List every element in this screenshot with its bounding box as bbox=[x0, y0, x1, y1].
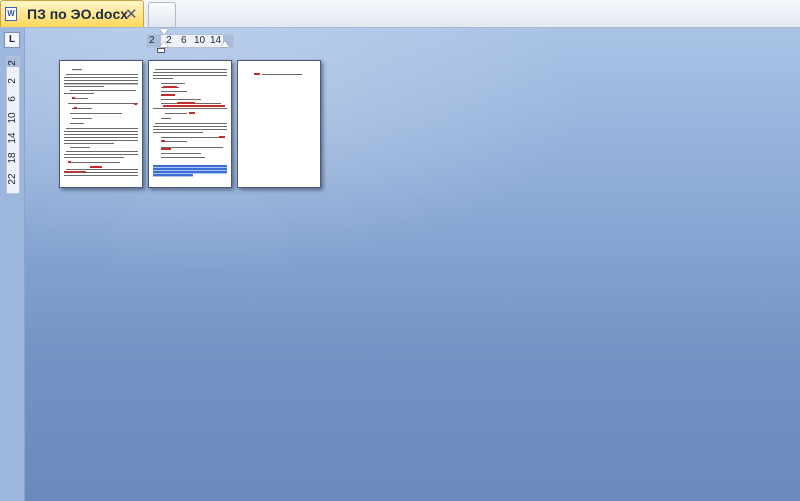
page-3[interactable] bbox=[237, 60, 321, 188]
left-indent-marker[interactable] bbox=[157, 48, 165, 53]
tab-strip: W ПЗ по ЭО.docx ✕ bbox=[0, 0, 800, 28]
new-tab-button[interactable] bbox=[148, 2, 176, 27]
page-2[interactable] bbox=[148, 60, 232, 188]
ruler-tick-label: 10 bbox=[7, 112, 18, 124]
ruler-tick-label: 18 bbox=[7, 152, 18, 164]
ruler-tick-label: 2 bbox=[7, 60, 18, 66]
ruler-tick-label: 10 bbox=[194, 35, 206, 46]
ruler-tick-label: 6 bbox=[181, 35, 187, 46]
page-1-text-lines bbox=[64, 69, 138, 176]
first-line-indent-marker[interactable] bbox=[160, 29, 168, 35]
tab-document[interactable]: W ПЗ по ЭО.docx ✕ bbox=[0, 0, 144, 27]
document-workspace[interactable]: L 2 2 6 10 14 2 2 6 10 14 18 22 bbox=[0, 28, 800, 501]
ruler-tick-label: 6 bbox=[7, 96, 18, 102]
tab-stop-selector-button[interactable]: L bbox=[4, 32, 20, 48]
hanging-indent-marker[interactable] bbox=[160, 41, 168, 47]
tab-title: ПЗ по ЭО.docx bbox=[27, 6, 129, 22]
word-document-icon: W bbox=[5, 7, 17, 21]
ruler-tick-label: 14 bbox=[210, 35, 222, 46]
ruler-tick-label: 14 bbox=[7, 132, 18, 144]
close-icon[interactable]: ✕ bbox=[125, 5, 138, 23]
vertical-ruler[interactable]: 2 2 6 10 14 18 22 bbox=[6, 56, 20, 194]
page-2-text-lines bbox=[153, 69, 227, 177]
right-indent-marker[interactable] bbox=[221, 41, 229, 47]
ruler-tick-label: 2 bbox=[7, 78, 18, 84]
ruler-tick-label: 22 bbox=[7, 173, 18, 185]
page-1[interactable] bbox=[59, 60, 143, 188]
page-3-text-lines bbox=[254, 73, 302, 75]
ruler-tick-label: 2 bbox=[149, 35, 155, 46]
horizontal-ruler[interactable]: 2 2 6 10 14 bbox=[146, 29, 234, 53]
